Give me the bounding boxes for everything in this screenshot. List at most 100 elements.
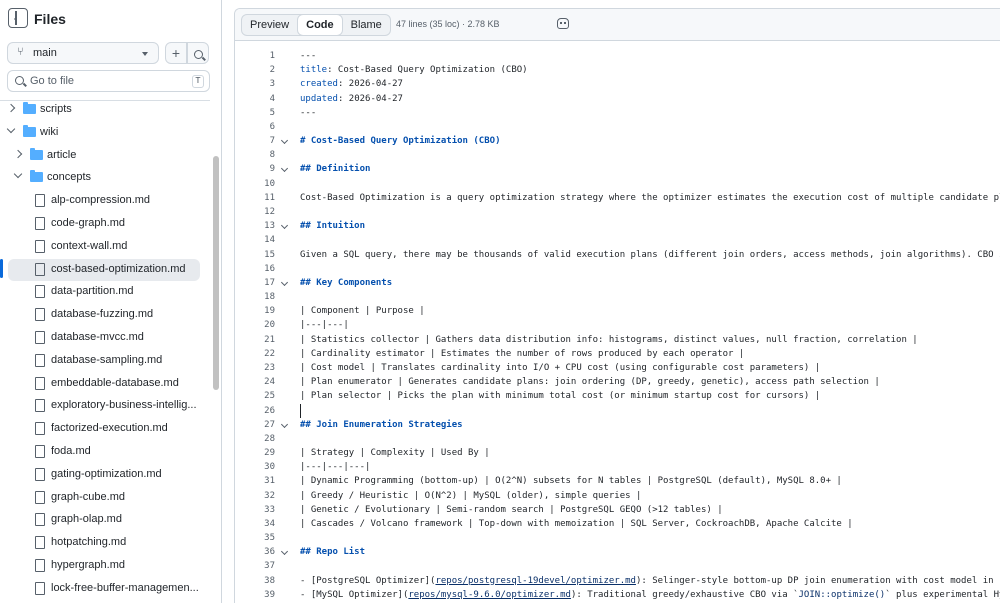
tab-preview[interactable]: Preview — [242, 15, 297, 35]
line-number[interactable]: 28 — [235, 432, 275, 446]
line-number[interactable]: 2 — [235, 63, 275, 77]
line-number[interactable]: 38 — [235, 574, 275, 588]
tree-item-label: code-graph.md — [51, 217, 125, 229]
chevron-right-icon[interactable] — [13, 149, 23, 158]
file-icon — [35, 467, 45, 481]
code-token: : 2026-04-27 — [337, 79, 403, 90]
line-number[interactable]: 3 — [235, 77, 275, 91]
sidebar-title: Files — [34, 11, 66, 27]
tree-file[interactable]: alp-compression.md — [0, 190, 208, 212]
line-number[interactable]: 20 — [235, 318, 275, 332]
tree-file[interactable]: lock-free-buffer-managemen... — [0, 578, 208, 600]
line-number[interactable]: 32 — [235, 489, 275, 503]
tree-file[interactable]: code-graph.md — [0, 213, 208, 235]
go-to-file-input[interactable]: Go to file T — [7, 70, 210, 92]
tree-file[interactable]: graph-cube.md — [0, 487, 208, 509]
file-icon — [35, 262, 45, 276]
line-number[interactable]: 10 — [235, 177, 275, 191]
line-number[interactable]: 19 — [235, 304, 275, 318]
line-number[interactable]: 9 — [235, 162, 275, 176]
code-text: ## Intuition — [300, 219, 365, 233]
tree-file[interactable]: exploratory-business-intellig... — [0, 395, 208, 417]
search-button[interactable] — [187, 42, 209, 64]
fold-chevron-icon[interactable] — [280, 165, 289, 173]
chevron-down-icon[interactable] — [13, 170, 23, 179]
file-icon — [35, 217, 45, 230]
line-number[interactable]: 13 — [235, 219, 275, 233]
line-number[interactable]: 6 — [235, 120, 275, 134]
code-token: title — [300, 65, 328, 76]
code-link[interactable]: repos/postgresql-19devel/optimizer.md — [435, 576, 635, 586]
line-number[interactable]: 1 — [235, 49, 275, 63]
line-number[interactable]: 17 — [235, 276, 275, 290]
line-number[interactable]: 36 — [235, 545, 275, 559]
tree-file[interactable]: embeddable-database.md — [0, 373, 208, 395]
tree-item-label: database-fuzzing.md — [51, 308, 154, 321]
tab-code[interactable]: Code — [297, 14, 343, 36]
line-number[interactable]: 5 — [235, 106, 275, 120]
tree-file[interactable]: database-fuzzing.md — [0, 304, 208, 326]
tab-blame[interactable]: Blame — [343, 15, 390, 35]
sidebar-toggle-icon[interactable] — [8, 8, 28, 28]
line-number[interactable]: 26 — [235, 404, 275, 418]
line-number[interactable]: 12 — [235, 205, 275, 219]
tree-file[interactable]: context-wall.md — [0, 236, 208, 258]
branch-selector[interactable]: ⑂ main — [7, 42, 159, 64]
line-number[interactable]: 11 — [235, 191, 275, 205]
tree-folder[interactable]: scripts — [0, 101, 208, 121]
fold-chevron-icon[interactable] — [280, 420, 289, 428]
tree-item-label: data-partition.md — [51, 285, 134, 298]
copilot-icon[interactable] — [557, 18, 569, 29]
sidebar-scrollbar[interactable] — [213, 156, 219, 390]
line-number[interactable]: 37 — [235, 559, 275, 573]
code-line: 3 created: 2026-04-27 — [235, 77, 1000, 91]
tree-file[interactable]: gating-optimization.md — [0, 464, 208, 486]
line-number[interactable]: 24 — [235, 375, 275, 389]
fold-chevron-icon[interactable] — [280, 137, 289, 145]
line-number[interactable]: 18 — [235, 290, 275, 304]
fold-chevron-icon[interactable] — [280, 222, 289, 230]
tree-file[interactable]: database-sampling.md — [0, 350, 208, 372]
line-number[interactable]: 33 — [235, 503, 275, 517]
add-file-button[interactable]: + — [165, 42, 187, 64]
line-number[interactable]: 8 — [235, 148, 275, 162]
line-number[interactable]: 34 — [235, 517, 275, 531]
line-number[interactable]: 23 — [235, 361, 275, 375]
tree-file[interactable]: graph-olap.md — [0, 509, 208, 531]
fold-chevron-icon[interactable] — [280, 548, 289, 556]
code-token: | Statistics collector | Gathers data di… — [300, 334, 918, 345]
line-number[interactable]: 7 — [235, 134, 275, 148]
line-number[interactable]: 31 — [235, 474, 275, 488]
tree-file[interactable]: hypergraph.md — [0, 555, 208, 577]
line-number[interactable]: 35 — [235, 531, 275, 545]
tree-file[interactable]: hotpatching.md — [0, 532, 208, 554]
code-line: 8 — [235, 148, 1000, 162]
tree-folder[interactable]: article — [0, 145, 208, 167]
tree-file[interactable]: factorized-execution.md — [0, 418, 208, 440]
tree-folder[interactable]: concepts — [0, 167, 208, 189]
line-number[interactable]: 39 — [235, 588, 275, 602]
line-number[interactable]: 30 — [235, 460, 275, 474]
line-number[interactable]: 4 — [235, 92, 275, 106]
tree-file[interactable]: database-mvcc.md — [0, 327, 208, 349]
line-number[interactable]: 16 — [235, 262, 275, 276]
code-link[interactable]: repos/mysql-9.6.0/optimizer.md — [408, 590, 571, 600]
fold-chevron-icon[interactable] — [280, 278, 289, 286]
tree-file[interactable]: foda.md — [0, 441, 208, 463]
line-number[interactable]: 27 — [235, 418, 275, 432]
line-number[interactable]: 21 — [235, 333, 275, 347]
chevron-right-icon[interactable] — [6, 103, 16, 113]
line-number[interactable]: 29 — [235, 446, 275, 460]
code-token: Cost-Based Optimization is a query optim… — [300, 192, 1000, 203]
line-number[interactable]: 15 — [235, 248, 275, 262]
line-number[interactable]: 22 — [235, 347, 275, 361]
tree-file[interactable]: cost-based-optimization.md — [8, 258, 200, 281]
tree-file[interactable]: data-partition.md — [0, 281, 208, 303]
code-token: ## Repo List — [300, 547, 366, 558]
code-token: | Cost model | Translates cardinality in… — [300, 362, 821, 373]
line-number[interactable]: 14 — [235, 233, 275, 247]
chevron-down-icon[interactable] — [6, 124, 16, 134]
tree-folder[interactable]: wiki — [0, 122, 208, 144]
line-number[interactable]: 25 — [235, 389, 275, 403]
tree-item-label: embeddable-database.md — [51, 376, 179, 389]
